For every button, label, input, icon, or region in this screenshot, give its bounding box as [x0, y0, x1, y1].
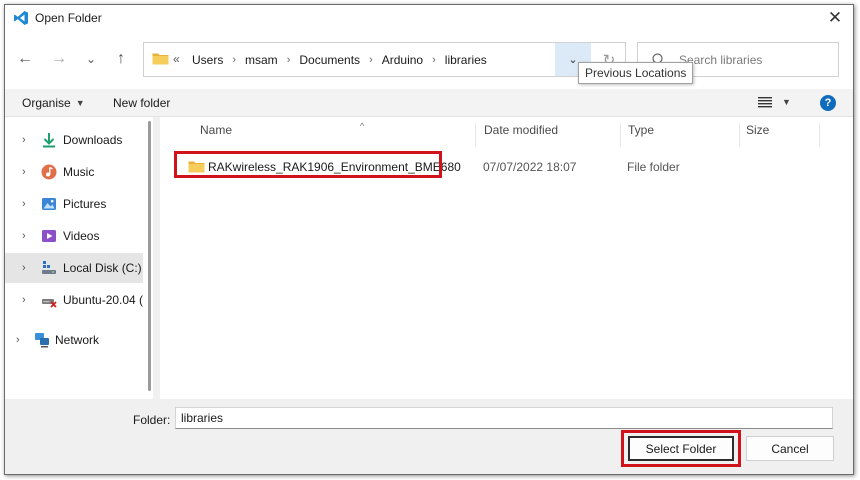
- help-icon[interactable]: ?: [820, 95, 836, 111]
- folder-icon: [152, 53, 169, 65]
- forward-arrow-icon: →: [51, 50, 67, 67]
- column-header-type[interactable]: Type: [622, 123, 740, 147]
- sidebar-item-label: Downloads: [63, 133, 123, 147]
- column-header-label: Date modified: [484, 123, 559, 137]
- music-icon: [41, 164, 57, 180]
- sidebar-item-label: Ubuntu-20.04 (: [63, 293, 144, 307]
- address-overflow-icon[interactable]: «: [173, 52, 180, 66]
- column-header-name[interactable]: ^ Name: [194, 121, 476, 147]
- chevron-right-icon[interactable]: ›: [22, 230, 26, 242]
- chevron-right-icon: ›: [286, 54, 291, 66]
- breadcrumb-libraries[interactable]: libraries: [445, 53, 487, 67]
- chevron-right-icon[interactable]: ›: [16, 334, 20, 346]
- chevron-right-icon: ›: [432, 54, 436, 66]
- sidebar-item-downloads[interactable]: › Downloads: [5, 125, 143, 155]
- sidebar-item-local-disk[interactable]: › Local Disk (C:): [5, 253, 143, 283]
- sort-ascending-icon: ^: [360, 121, 365, 131]
- chevron-right-icon[interactable]: ›: [22, 262, 26, 274]
- command-bar: Organise ▼ New folder ▼ ?: [5, 89, 853, 117]
- cancel-button[interactable]: Cancel: [746, 436, 834, 461]
- drive-icon: [42, 261, 56, 274]
- window-title: Open Folder: [35, 11, 102, 25]
- close-icon: ✕: [827, 8, 843, 27]
- file-list: ^ Name Date modified Type Size RAKwirele…: [160, 117, 853, 399]
- pictures-icon: [42, 198, 56, 210]
- sidebar-item-videos[interactable]: › Videos: [5, 221, 143, 251]
- file-date-modified: 07/07/2022 18:07: [483, 160, 577, 174]
- chevron-right-icon: ›: [369, 54, 373, 66]
- select-folder-button[interactable]: Select Folder: [628, 436, 734, 461]
- caret-down-icon: ▼: [75, 98, 85, 108]
- chevron-down-icon: ⌄: [568, 54, 578, 66]
- forward-button[interactable]: →: [47, 49, 71, 69]
- sidebar-item-label: Music: [63, 165, 95, 179]
- file-type: File folder: [627, 160, 680, 174]
- folder-name-input[interactable]: libraries: [175, 407, 833, 429]
- sidebar-item-label: Videos: [63, 229, 100, 243]
- sidebar-item-label: Local Disk (C:): [63, 261, 142, 275]
- sidebar-item-music[interactable]: › Music: [5, 157, 143, 187]
- organise-label: Organise: [22, 96, 71, 110]
- sidebar-item-ubuntu[interactable]: › Ubuntu-20.04 (: [5, 285, 143, 315]
- breadcrumb-users[interactable]: Users: [192, 53, 223, 67]
- recent-locations-button[interactable]: ⌄: [79, 49, 103, 69]
- address-bar[interactable]: « Users › msam › Documents › Arduino › l…: [143, 42, 626, 77]
- sidebar-item-pictures[interactable]: › Pictures: [5, 189, 143, 219]
- sidebar-item-label: Network: [55, 333, 100, 347]
- sidebar-item-label: Pictures: [63, 197, 107, 211]
- folder-label: Folder:: [133, 413, 171, 427]
- up-arrow-icon: ↑: [117, 50, 125, 67]
- view-options-icon[interactable]: [758, 96, 772, 108]
- chevron-down-icon: ⌄: [85, 52, 97, 66]
- chevron-right-icon[interactable]: ›: [22, 166, 26, 178]
- breadcrumb: Users › msam › Documents › Arduino › lib…: [192, 53, 487, 67]
- navigation-bar: ← → ⌄ ↑ « Users › msam › Documents › Ard: [5, 31, 853, 89]
- download-icon: [43, 133, 55, 148]
- new-folder-button[interactable]: New folder: [113, 96, 170, 110]
- linux-drive-icon: [42, 299, 57, 308]
- column-header-size[interactable]: Size: [740, 123, 820, 147]
- column-header-label: Size: [746, 123, 770, 137]
- chevron-right-icon[interactable]: ›: [22, 294, 26, 306]
- chevron-right-icon: ›: [232, 54, 237, 66]
- column-header-label: Name: [200, 123, 233, 137]
- breadcrumb-arduino[interactable]: Arduino: [382, 53, 423, 67]
- vscode-icon: [14, 11, 28, 25]
- column-header-label: Type: [628, 123, 655, 137]
- column-header-date-modified[interactable]: Date modified: [478, 123, 621, 147]
- breadcrumb-msam[interactable]: msam: [245, 53, 278, 67]
- breadcrumb-documents[interactable]: Documents: [299, 53, 360, 67]
- close-button[interactable]: ✕: [817, 5, 853, 31]
- previous-locations-tooltip: Previous Locations: [578, 62, 694, 84]
- videos-icon: [42, 230, 56, 242]
- network-icon: [35, 333, 49, 348]
- view-caret-down-icon[interactable]: ▼: [782, 97, 791, 107]
- chevron-right-icon[interactable]: ›: [22, 198, 26, 210]
- sidebar-item-network[interactable]: › Network: [5, 325, 143, 355]
- navigation-pane: › Downloads › Music › Pictures › Videos …: [5, 117, 153, 399]
- open-folder-dialog: Open Folder ✕ ← → ⌄ ↑ « Users › msam › D…: [4, 4, 854, 475]
- title-bar: Open Folder ✕: [5, 5, 853, 31]
- organise-button[interactable]: Organise ▼: [22, 96, 85, 110]
- chevron-right-icon[interactable]: ›: [22, 134, 26, 146]
- up-button[interactable]: ↑: [109, 49, 133, 69]
- highlight-box: [174, 151, 442, 178]
- back-button[interactable]: ←: [13, 49, 37, 69]
- back-arrow-icon: ←: [17, 50, 33, 67]
- new-folder-label: New folder: [113, 96, 171, 110]
- sidebar-scrollbar[interactable]: [148, 121, 151, 391]
